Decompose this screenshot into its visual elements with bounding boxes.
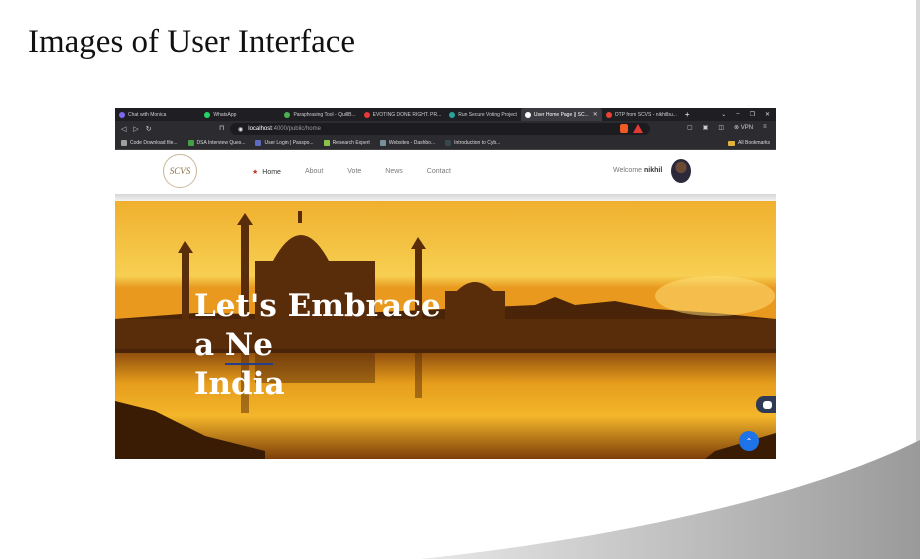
- minimize-icon[interactable]: –: [736, 111, 739, 118]
- star-icon: ★: [252, 169, 259, 176]
- site-navbar: SCVS ★ Home About Vote News Contact Welco…: [115, 150, 776, 194]
- bookmark-item[interactable]: User Login | Passpo...: [255, 140, 314, 146]
- chevron-up-icon: ⌃: [745, 436, 753, 446]
- tab-label: User Home Page || SC...: [533, 111, 589, 118]
- browser-tab[interactable]: Run Secure Voting Project: [445, 108, 521, 121]
- user-avatar[interactable]: [671, 159, 691, 183]
- browser-tab[interactable]: EVOTING DONE RIGHT. PR...: [360, 108, 446, 121]
- new-tab-button[interactable]: +: [681, 110, 694, 119]
- bookmark-label: DSA Interview Ques...: [196, 140, 246, 146]
- browser-tab-strip: Chat with Monica WhatsApp Paraphrasing T…: [115, 108, 776, 121]
- bookmark-favicon-icon: [121, 140, 127, 146]
- bookmarks-bar: Code Download file... DSA Interview Ques…: [115, 137, 776, 150]
- brave-rewards-icon[interactable]: [633, 124, 643, 133]
- nav-vote-link[interactable]: Vote: [347, 168, 361, 176]
- tab-label: WhatsApp: [213, 111, 237, 118]
- url-host: localhost: [248, 126, 272, 132]
- hero-typed-text: a: [194, 327, 225, 363]
- username: nikhil: [644, 167, 663, 174]
- logo-text: SCVS: [169, 166, 191, 176]
- hero-line: Let's Embrace: [194, 288, 441, 324]
- bookmark-item[interactable]: Introduction to Cyb...: [445, 140, 500, 146]
- all-bookmarks-button[interactable]: All Bookmarks: [728, 140, 776, 146]
- navbar-divider: [115, 194, 776, 201]
- bookmark-favicon-icon: [187, 140, 194, 146]
- window-controls: ⌄ – ❐ ✕: [721, 111, 776, 118]
- nav-home-link[interactable]: ★ Home: [252, 168, 281, 176]
- tab-close-icon[interactable]: ✕: [593, 111, 598, 118]
- tab-label: Paraphrasing Tool - QuillB...: [293, 111, 356, 118]
- url-path: :4000/public/home: [271, 126, 321, 132]
- hero-heading: Let's Embrace a Ne India: [194, 287, 441, 404]
- brave-shield-icon[interactable]: [620, 124, 628, 133]
- tab-label: OTP from SCVS - nikhilbu...: [614, 111, 677, 118]
- tab-favicon-icon: [363, 111, 370, 118]
- bookmark-item[interactable]: Websites - Dashbo...: [379, 140, 436, 146]
- bookmark-favicon-icon: [323, 140, 330, 146]
- bookmark-label: Introduction to Cyb...: [454, 140, 501, 146]
- tab-search-icon[interactable]: ⌄: [721, 111, 726, 118]
- browser-tab[interactable]: OTP from SCVS - nikhilbu...: [602, 108, 681, 121]
- bookmark-item[interactable]: Research Expert: [323, 140, 370, 146]
- site-logo[interactable]: SCVS: [163, 154, 197, 188]
- bookmark-label: Research Expert: [332, 140, 370, 146]
- nav-about-link[interactable]: About: [305, 168, 323, 176]
- nav-label: Home: [262, 169, 281, 176]
- address-bar: ◁ ▷ ↻ ⊓ ◉ localhost:4000/public/home ▢ ▣…: [115, 121, 776, 137]
- tab-favicon-icon: [449, 111, 456, 118]
- tab-label: Run Secure Voting Project: [458, 111, 517, 118]
- back-icon[interactable]: ◁: [121, 125, 126, 133]
- tab-favicon-icon: [119, 111, 125, 118]
- browser-toolbar-right: ▢ ▣ ◫ ⊗ VPN ≡: [687, 124, 767, 131]
- tab-favicon-icon: [284, 111, 291, 118]
- nav-news-link[interactable]: News: [385, 168, 403, 176]
- bookmark-favicon-icon: [379, 140, 386, 146]
- bookmark-label: Code Download file...: [130, 140, 178, 146]
- site-nav-links: ★ Home About Vote News Contact: [252, 168, 451, 176]
- tab-label: EVOTING DONE RIGHT. PR...: [372, 111, 442, 118]
- vpn-label: VPN: [740, 125, 754, 131]
- reload-icon[interactable]: ↻: [146, 125, 152, 133]
- url-input[interactable]: ◉ localhost:4000/public/home: [230, 123, 650, 135]
- hero-typing-cursor-text: Ne: [224, 327, 273, 365]
- browser-tab[interactable]: Chat with Monica: [115, 108, 170, 121]
- browser-tab[interactable]: WhatsApp: [200, 108, 240, 121]
- vpn-icon: ⊗: [734, 125, 741, 131]
- tab-favicon-icon: [204, 111, 211, 118]
- ui-screenshot: Chat with Monica WhatsApp Paraphrasing T…: [115, 108, 776, 459]
- bookmark-page-icon[interactable]: ⊓: [219, 124, 224, 132]
- browser-tab-active[interactable]: User Home Page || SC... ✕: [520, 108, 602, 121]
- bookmark-favicon-icon: [255, 140, 262, 146]
- maximize-icon[interactable]: ❐: [750, 111, 755, 118]
- wallet-icon[interactable]: ◫: [718, 124, 724, 131]
- tab-label: Chat with Monica: [128, 111, 167, 118]
- menu-icon[interactable]: ≡: [763, 124, 767, 131]
- bookmark-item[interactable]: Code Download file...: [121, 140, 178, 146]
- close-window-icon[interactable]: ✕: [765, 111, 770, 118]
- hero-banner: Let's Embrace a Ne India ⌃: [115, 201, 776, 459]
- folder-icon: [728, 140, 736, 146]
- extensions-icon[interactable]: ▢: [687, 124, 693, 131]
- bookmark-item[interactable]: DSA Interview Ques...: [187, 140, 246, 146]
- tab-favicon-icon: [605, 111, 612, 118]
- hero-line: India: [194, 366, 285, 402]
- bookmark-label: User Login | Passpo...: [264, 140, 314, 146]
- hero-line: a Ne: [194, 326, 441, 365]
- chat-widget-button[interactable]: [756, 396, 776, 413]
- nav-contact-link[interactable]: Contact: [427, 168, 451, 176]
- all-bookmarks-label: All Bookmarks: [738, 140, 770, 146]
- browser-tab[interactable]: Paraphrasing Tool - QuillB...: [280, 108, 359, 121]
- scroll-to-top-button[interactable]: ⌃: [739, 431, 759, 451]
- bookmark-label: Websites - Dashbo...: [388, 140, 436, 146]
- welcome-prefix: Welcome: [613, 167, 643, 174]
- forward-icon[interactable]: ▷: [133, 125, 138, 133]
- sidebar-icon[interactable]: ▣: [703, 124, 709, 131]
- site-info-icon[interactable]: ◉: [238, 126, 243, 133]
- vpn-button[interactable]: ⊗ VPN: [734, 124, 753, 131]
- chat-bot-icon: [762, 400, 772, 409]
- bookmark-favicon-icon: [445, 140, 452, 146]
- welcome-text: Welcome nikhil: [613, 167, 662, 174]
- tab-favicon-icon: [524, 111, 531, 118]
